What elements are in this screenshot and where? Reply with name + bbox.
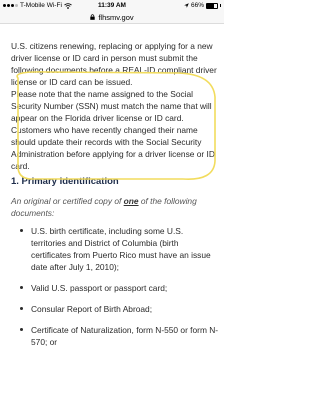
list-item: Consular Report of Birth Abroad; [11, 303, 219, 315]
battery-tip [220, 4, 221, 7]
paragraph-ssn-notice: Please note that the name assigned to th… [11, 89, 215, 171]
battery-icon [206, 2, 218, 9]
status-bar: T-Mobile Wi-Fi 11:39 AM 66% [0, 0, 224, 11]
section-intro: An original or certified copy of one of … [11, 195, 219, 219]
url-domain: flhsmv.gov [98, 12, 134, 22]
paragraph-requirements: U.S. citizens renewing, replacing or app… [11, 41, 217, 87]
list-item: Certificate of Naturalization, form N-55… [11, 324, 219, 348]
section-heading: 1. Primary Identification [11, 176, 119, 187]
article-content: U.S. citizens renewing, replacing or app… [11, 40, 219, 357]
intro-emphasis: one [123, 196, 139, 206]
list-item: Valid U.S. passport or passport card; [11, 282, 219, 294]
status-right: 66% [184, 2, 221, 9]
document-list: U.S. birth certificate, including some U… [11, 225, 219, 348]
intro-before: An original or certified copy of [11, 196, 124, 206]
list-item: U.S. birth certificate, including some U… [11, 225, 219, 273]
address-bar[interactable]: flhsmv.gov [0, 11, 224, 24]
battery-percent: 66% [190, 2, 204, 9]
battery-fill [207, 3, 214, 8]
location-arrow-icon [184, 3, 189, 8]
lock-icon [90, 14, 96, 20]
